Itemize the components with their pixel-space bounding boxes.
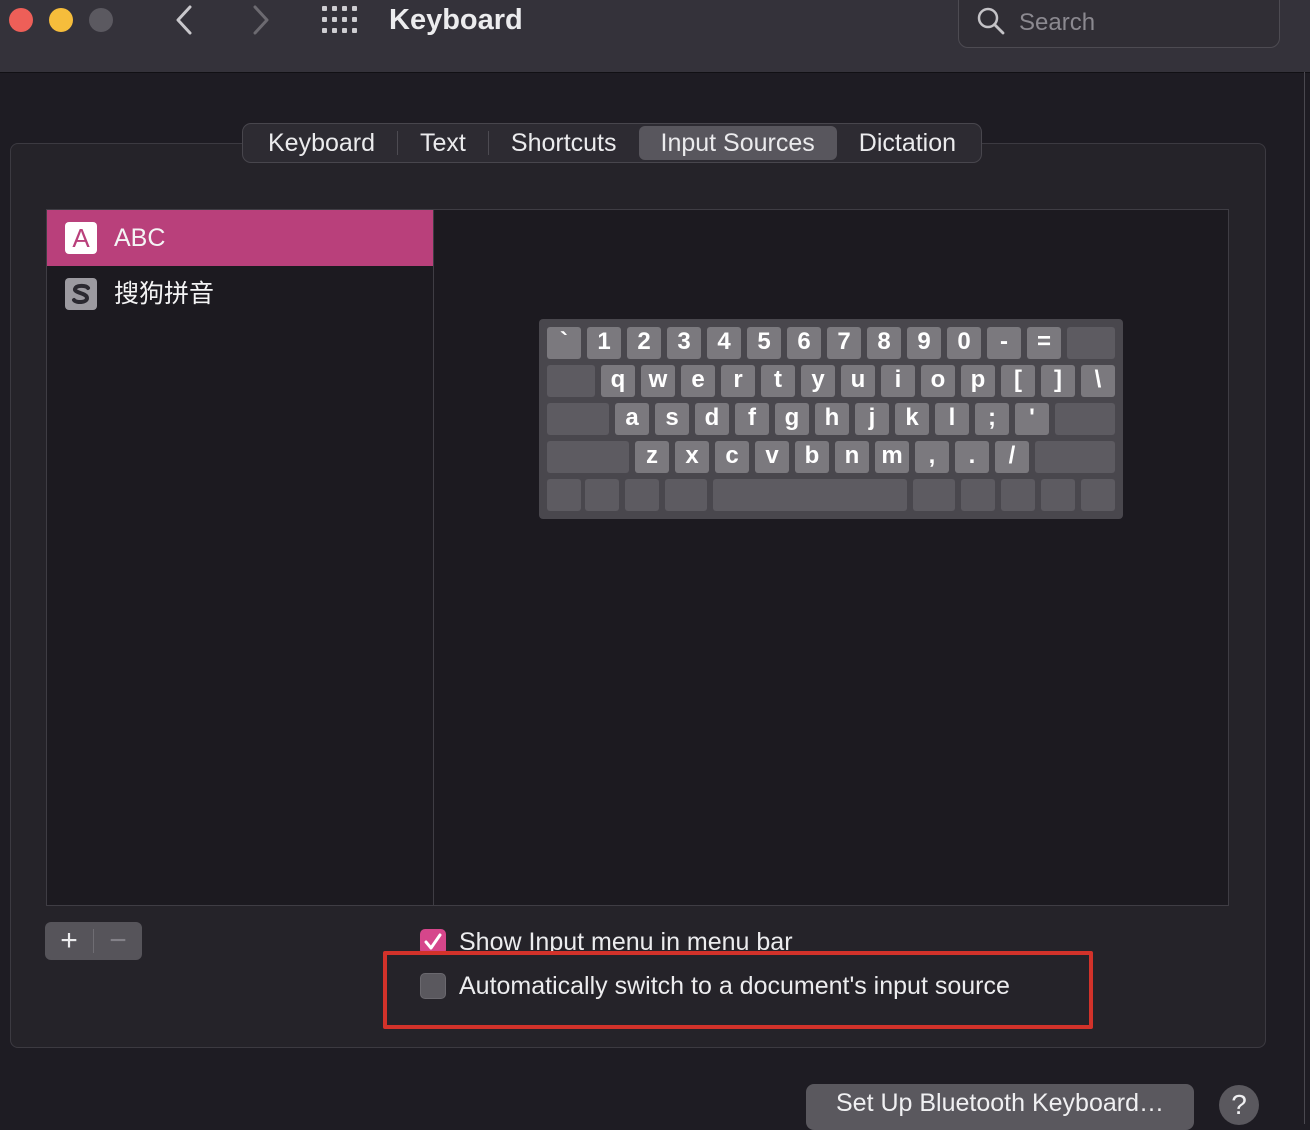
tab-dictation[interactable]: Dictation [837, 126, 978, 160]
search-icon [977, 7, 1005, 35]
key-cap: . [955, 441, 989, 473]
modifier-key [961, 479, 995, 511]
tab-keyboard[interactable]: Keyboard [246, 126, 397, 160]
key-cap: y [801, 365, 835, 397]
key-cap: 4 [707, 327, 741, 359]
key-cap: - [987, 327, 1021, 359]
key-cap: / [995, 441, 1029, 473]
modifier-key [625, 479, 659, 511]
tab-bar: Keyboard Text Shortcuts Input Sources Di… [242, 123, 983, 163]
key-cap: o [921, 365, 955, 397]
key-cap: = [1027, 327, 1061, 359]
key-cap: r [721, 365, 755, 397]
add-remove-control: + − [45, 922, 142, 960]
modifier-key [913, 479, 955, 511]
close-window-button[interactable] [9, 8, 33, 32]
key-cap: v [755, 441, 789, 473]
modifier-key [547, 441, 629, 473]
key-cap: 7 [827, 327, 861, 359]
key-cap: 3 [667, 327, 701, 359]
key-cap: 6 [787, 327, 821, 359]
key-cap: q [601, 365, 635, 397]
modifier-key [1001, 479, 1035, 511]
key-cap: ; [975, 403, 1009, 435]
key-cap: m [875, 441, 909, 473]
key-cap: w [641, 365, 675, 397]
key-cap: ] [1041, 365, 1075, 397]
modifier-key [1081, 479, 1115, 511]
key-cap: h [815, 403, 849, 435]
modifier-key [547, 403, 609, 435]
grid-icon [322, 6, 357, 33]
key-cap: ' [1015, 403, 1049, 435]
key-cap: p [961, 365, 995, 397]
window-title: Keyboard [389, 4, 523, 36]
list-item-sogou-pinyin[interactable]: 搜狗拼音 [47, 266, 434, 322]
modifier-key [547, 365, 595, 397]
add-input-source-button[interactable]: + [45, 922, 93, 960]
chevron-right-icon [253, 5, 269, 35]
key-cap: 8 [867, 327, 901, 359]
modifier-key [665, 479, 707, 511]
key-cap: u [841, 365, 875, 397]
setup-bluetooth-keyboard-button[interactable]: Set Up Bluetooth Keyboard… [806, 1084, 1194, 1130]
key-cap: l [935, 403, 969, 435]
key-cap: n [835, 441, 869, 473]
key-cap: x [675, 441, 709, 473]
minimize-window-button[interactable] [49, 8, 73, 32]
tab-shortcuts[interactable]: Shortcuts [489, 126, 639, 160]
key-cap: j [855, 403, 889, 435]
back-button[interactable] [170, 4, 200, 36]
show-all-button[interactable] [322, 6, 358, 33]
input-sources-list[interactable]: A ABC 搜狗拼音 [46, 209, 434, 906]
sogou-icon [65, 278, 97, 310]
key-cap: k [895, 403, 929, 435]
key-cap: ` [547, 327, 581, 359]
tab-input-sources[interactable]: Input Sources [638, 126, 837, 160]
help-button[interactable]: ? [1219, 1085, 1259, 1125]
key-cap: a [615, 403, 649, 435]
chevron-left-icon [176, 5, 192, 35]
list-item-label: ABC [114, 224, 166, 252]
key-cap: d [695, 403, 729, 435]
list-item-label: 搜狗拼音 [114, 280, 215, 308]
key-cap: \ [1081, 365, 1115, 397]
modifier-key [1035, 441, 1115, 473]
modifier-key [1067, 327, 1115, 359]
title-bar: Keyboard Search [0, 0, 1310, 73]
key-cap: c [715, 441, 749, 473]
key-cap: g [775, 403, 809, 435]
modifier-key [547, 479, 581, 511]
key-cap: 0 [947, 327, 981, 359]
search-placeholder: Search [1019, 9, 1096, 36]
modifier-key [1055, 403, 1115, 435]
key-cap: 2 [627, 327, 661, 359]
key-cap: , [915, 441, 949, 473]
search-field[interactable]: Search [958, 0, 1280, 48]
key-cap: z [635, 441, 669, 473]
key-cap: i [881, 365, 915, 397]
key-cap: 9 [907, 327, 941, 359]
key-cap: b [795, 441, 829, 473]
keyboard-layout-preview: ` 1 2 3 4 5 6 7 8 9 0- = q w e r t y u i o p[] \ a s d f g h j k l; ' z x c… [539, 319, 1123, 519]
remove-input-source-button[interactable]: − [94, 922, 142, 960]
key-cap: 5 [747, 327, 781, 359]
annotation-highlight-box [383, 951, 1093, 1029]
key-cap: 1 [587, 327, 621, 359]
key-cap: f [735, 403, 769, 435]
tab-text[interactable]: Text [398, 126, 488, 160]
space-bar-key [713, 479, 907, 511]
key-cap: [ [1001, 365, 1035, 397]
forward-button[interactable] [245, 4, 275, 36]
key-cap: s [655, 403, 689, 435]
abc-input-icon: A [65, 222, 97, 254]
window-edge [1304, 72, 1305, 1124]
keyboard-preview-area [433, 209, 1229, 906]
modifier-key [1041, 479, 1075, 511]
zoom-window-button[interactable] [89, 8, 113, 32]
modifier-key [585, 479, 619, 511]
key-cap: t [761, 365, 795, 397]
key-cap: e [681, 365, 715, 397]
list-item-abc[interactable]: A ABC [47, 210, 434, 266]
